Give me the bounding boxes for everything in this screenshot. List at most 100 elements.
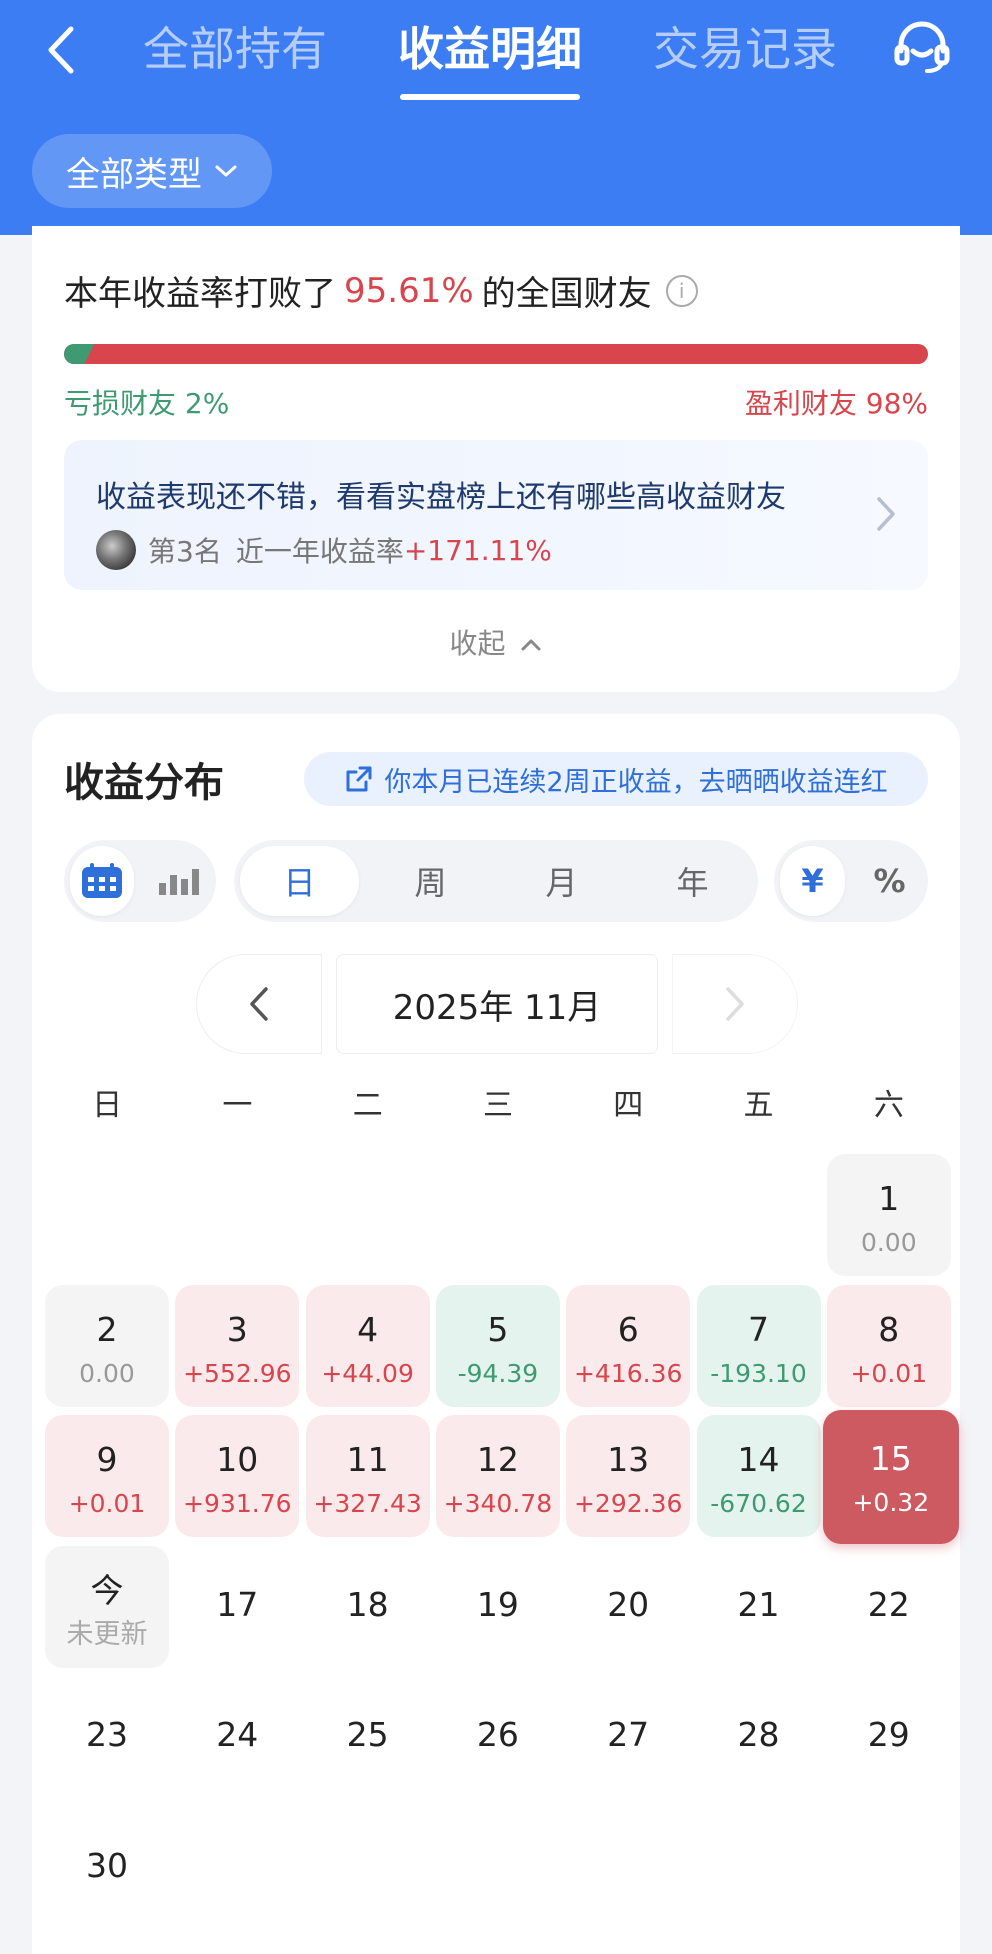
tab-holdings[interactable]: 全部持有	[120, 14, 350, 104]
customer-service-button[interactable]	[890, 16, 954, 80]
calendar-day[interactable]: 13 +292.36	[566, 1415, 691, 1538]
calendar-day-value: +0.32	[852, 1488, 930, 1518]
calendar-day-number: 12	[476, 1440, 519, 1480]
calendar-day-number: 27	[607, 1715, 650, 1755]
calendar-day[interactable]: 2 0.00	[45, 1284, 169, 1407]
distribution-card: 收益分布 你本月已连续2周正收益，去晒晒收益连红 日 周 月 年 ¥ % 202…	[32, 714, 960, 1954]
tab-transactions[interactable]: 交易记录	[630, 14, 860, 104]
calendar-day[interactable]: 12 +340.78	[435, 1415, 560, 1538]
type-filter-dropdown[interactable]: 全部类型	[32, 134, 272, 208]
calendar-day-number: 23	[86, 1715, 128, 1755]
calendar-day-number: 17	[216, 1584, 259, 1624]
tab-earnings-detail[interactable]: 收益明细	[375, 14, 605, 104]
calendar-day-value: 未更新	[66, 1618, 148, 1650]
collapse-label: 收起	[449, 627, 506, 660]
calendar-day-value: +327.43	[313, 1489, 422, 1519]
chevron-up-icon	[521, 639, 541, 651]
calendar-day-number: 3	[226, 1309, 248, 1349]
calendar-day[interactable]: 15 +0.32	[822, 1410, 959, 1545]
calendar-day[interactable]: 21	[697, 1546, 821, 1668]
info-icon[interactable]: i	[665, 274, 698, 307]
calendar-day[interactable]: 6 +416.36	[566, 1284, 691, 1407]
calendar-day-value: +44.09	[321, 1358, 414, 1388]
calendar-day-number: 25	[346, 1715, 389, 1755]
calendar-day[interactable]: 29	[827, 1676, 951, 1798]
ranking-progress-bar	[64, 344, 928, 364]
calendar-day[interactable]: 4 +44.09	[305, 1284, 430, 1407]
chevron-right-icon	[877, 497, 895, 531]
calendar-day-value: -670.62	[710, 1489, 807, 1519]
calendar-day[interactable]: 10 +931.76	[175, 1415, 300, 1538]
collapse-button[interactable]: 收起	[32, 622, 960, 662]
calendar-day-number: 4	[357, 1309, 379, 1349]
calendar-day-value: +416.36	[573, 1358, 683, 1388]
calendar-day-number: 2	[96, 1309, 118, 1349]
calendar-day-number: 30	[86, 1846, 128, 1885]
chevron-left-icon	[48, 26, 74, 74]
promo-rate-value: +171.11%	[403, 533, 552, 567]
calendar-day[interactable]: 7 -193.10	[696, 1284, 821, 1407]
calendar-day[interactable]: 22	[827, 1546, 951, 1668]
top-tabs: 全部持有 收益明细 交易记录	[120, 14, 860, 104]
calendar-day-number: 5	[487, 1309, 509, 1349]
calendar-day[interactable]: 17	[175, 1546, 299, 1668]
ranking-card: 本年收益率打败了 95.61% 的全国财友 i 亏损财友 2% 盈利财友 98%…	[32, 226, 960, 692]
calendar-day[interactable]: 8 +0.01	[826, 1284, 951, 1407]
calendar-day-today[interactable]: 今未更新	[45, 1545, 169, 1668]
calendar-day-number: 22	[867, 1584, 910, 1624]
profit-legend: 盈利财友 98%	[744, 387, 928, 420]
calendar-day[interactable]: 30	[45, 1807, 169, 1929]
calendar-day[interactable]: 14 -670.62	[696, 1415, 821, 1538]
calendar-day[interactable]: 3 +552.96	[175, 1284, 300, 1407]
calendar-day[interactable]: 20	[566, 1546, 690, 1668]
promo-title: 收益表现还不错，看看实盘榜上还有哪些高收益财友	[96, 480, 786, 515]
calendar-day-value: +292.36	[573, 1489, 683, 1519]
avatar	[96, 530, 136, 570]
calendar-day[interactable]: 19	[436, 1546, 560, 1668]
calendar-day[interactable]: 1 0.00	[826, 1154, 951, 1276]
calendar-day-number: 11	[346, 1440, 389, 1480]
calendar-day[interactable]: 18	[306, 1546, 430, 1668]
promo-subtitle: 第3名 近一年收益率 +171.11%	[96, 530, 552, 570]
calendar-day-number: 8	[878, 1309, 900, 1349]
calendar-day-value: +0.01	[68, 1489, 146, 1519]
calendar-day-number: 1	[878, 1179, 900, 1218]
calendar-day-value: -193.10	[710, 1358, 807, 1388]
calendar-day[interactable]: 11 +327.43	[305, 1415, 430, 1538]
calendar-day[interactable]: 28	[697, 1676, 821, 1798]
chevron-down-icon	[215, 165, 237, 177]
ranking-title: 本年收益率打败了 95.61% 的全国财友 i	[64, 266, 698, 315]
calendar-grid: 1 0.00 2 0.00 3 +552.96 4 +44.09 5 -94.39 6 +416.36…	[32, 714, 960, 1954]
type-filter-label: 全部类型	[66, 154, 202, 195]
calendar-day[interactable]: 25	[306, 1676, 430, 1798]
calendar-day-value: +340.78	[443, 1489, 553, 1519]
calendar-day-number: 14	[737, 1440, 780, 1480]
leaderboard-promo[interactable]: 收益表现还不错，看看实盘榜上还有哪些高收益财友 第3名 近一年收益率 +171.…	[64, 440, 928, 590]
calendar-day[interactable]: 24	[175, 1676, 299, 1798]
calendar-day-number: 19	[476, 1584, 519, 1624]
back-button[interactable]	[30, 18, 90, 82]
calendar-day[interactable]: 5 -94.39	[435, 1284, 560, 1407]
calendar-day-value: +0.01	[850, 1358, 928, 1388]
calendar-day[interactable]: 9 +0.01	[45, 1415, 169, 1538]
promo-rank: 第3名	[148, 535, 222, 568]
calendar-day-number: 21	[737, 1584, 780, 1624]
calendar-day-number: 20	[607, 1584, 650, 1624]
calendar-day-number: 7	[748, 1309, 769, 1349]
loss-share-fill	[64, 344, 94, 364]
header: 全部持有 收益明细 交易记录 全部类型	[0, 0, 992, 235]
loss-legend: 亏损财友 2%	[64, 387, 230, 420]
calendar-day-number: 13	[607, 1440, 650, 1480]
calendar-day[interactable]: 23	[45, 1676, 169, 1798]
calendar-day-number: 18	[346, 1584, 389, 1624]
calendar-day-number: 26	[476, 1715, 519, 1755]
calendar-day[interactable]: 27	[566, 1676, 690, 1798]
calendar-day-value: -94.39	[457, 1358, 539, 1388]
calendar-day-number: 24	[216, 1715, 259, 1755]
headset-icon	[894, 21, 950, 73]
calendar-day-number: 10	[216, 1440, 259, 1480]
calendar-day-value: 0.00	[79, 1358, 135, 1388]
calendar-day[interactable]: 26	[436, 1676, 560, 1798]
calendar-day-value: +931.76	[183, 1489, 292, 1519]
calendar-day-number: 6	[617, 1309, 639, 1349]
